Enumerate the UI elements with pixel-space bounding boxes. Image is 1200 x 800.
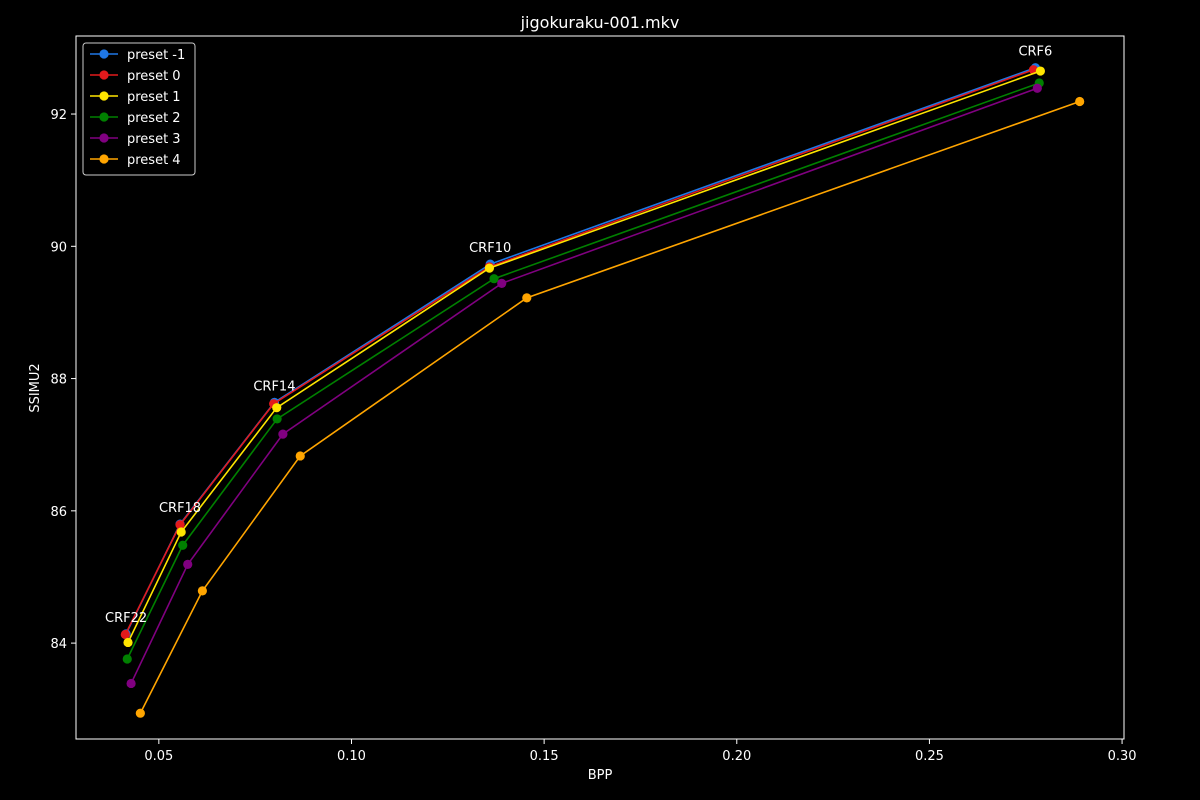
x-tick-label: 0.25 <box>915 749 944 764</box>
x-tick-label: 0.10 <box>337 749 366 764</box>
x-tick-label: 0.30 <box>1108 749 1137 764</box>
legend-swatch-marker <box>99 70 109 80</box>
y-tick-label: 92 <box>50 108 67 123</box>
data-point <box>197 586 207 596</box>
data-point <box>295 451 305 461</box>
series-preset-2 <box>122 78 1044 664</box>
annotation-layer: CRF22 CRF18 CRF14 CRF10 CRF6 <box>105 45 1052 626</box>
data-point <box>120 629 130 640</box>
data-point <box>126 678 136 689</box>
data-point <box>484 263 495 273</box>
legend-label: preset 1 <box>127 90 181 105</box>
series-line <box>127 70 1041 643</box>
data-point <box>176 527 186 537</box>
crf-annotation: CRF6 <box>1018 45 1052 60</box>
legend-label: preset 4 <box>127 153 181 168</box>
data-point <box>135 708 145 718</box>
data-point <box>1032 83 1042 93</box>
data-point <box>123 637 133 648</box>
series-line <box>125 66 1036 635</box>
y-axis-title: SSIMU2 <box>28 363 43 412</box>
series-preset--1 <box>121 63 1040 639</box>
series-line <box>126 82 1040 660</box>
data-point <box>183 559 193 570</box>
data-point <box>489 274 499 284</box>
data-point <box>122 654 132 664</box>
legend-swatch-marker <box>99 91 109 101</box>
x-tick-label: 0.20 <box>722 749 751 764</box>
y-tick-label: 88 <box>50 373 67 388</box>
legend-label: preset -1 <box>127 48 185 63</box>
crf-annotation: CRF14 <box>253 379 295 394</box>
chart-container: jigokuraku-001.mkv BPP SSIMU2 0.05 0.10 0.… <box>0 0 1200 800</box>
series-preset-1 <box>123 66 1045 648</box>
data-point <box>1075 96 1085 107</box>
series-preset-0 <box>120 65 1039 640</box>
crf-annotation: CRF18 <box>159 501 201 516</box>
data-point <box>272 414 282 424</box>
data-point <box>178 540 188 550</box>
legend-label: preset 3 <box>127 132 181 147</box>
chart-title: jigokuraku-001.mkv <box>520 13 680 32</box>
data-point <box>272 403 282 413</box>
legend-swatch-marker <box>99 112 109 122</box>
x-axis-title: BPP <box>588 768 613 783</box>
y-tick-label: 84 <box>50 637 67 652</box>
axes: 0.05 0.10 0.15 0.20 0.25 0.30 84 86 88 90 92 <box>50 35 1137 764</box>
crf-annotation: CRF10 <box>469 241 511 256</box>
data-point <box>497 278 507 288</box>
line-chart: jigokuraku-001.mkv BPP SSIMU2 0.05 0.10 0.… <box>28 13 1137 783</box>
x-tick-label: 0.15 <box>530 749 559 764</box>
data-point <box>522 293 532 303</box>
legend-swatch-marker <box>99 133 109 143</box>
y-tick-label: 90 <box>50 240 67 255</box>
data-point <box>1035 66 1045 76</box>
legend: preset -1 preset 0 preset 1 preset 2 preset … <box>82 42 196 176</box>
crf-annotation: CRF22 <box>105 611 147 626</box>
y-tick-label: 86 <box>50 505 67 520</box>
data-point <box>278 429 288 439</box>
legend-swatch-marker <box>99 154 109 164</box>
legend-label: preset 0 <box>127 69 181 84</box>
series-line <box>124 68 1034 635</box>
legend-label: preset 2 <box>127 111 181 126</box>
x-tick-label: 0.05 <box>144 749 173 764</box>
legend-swatch-marker <box>99 49 109 59</box>
